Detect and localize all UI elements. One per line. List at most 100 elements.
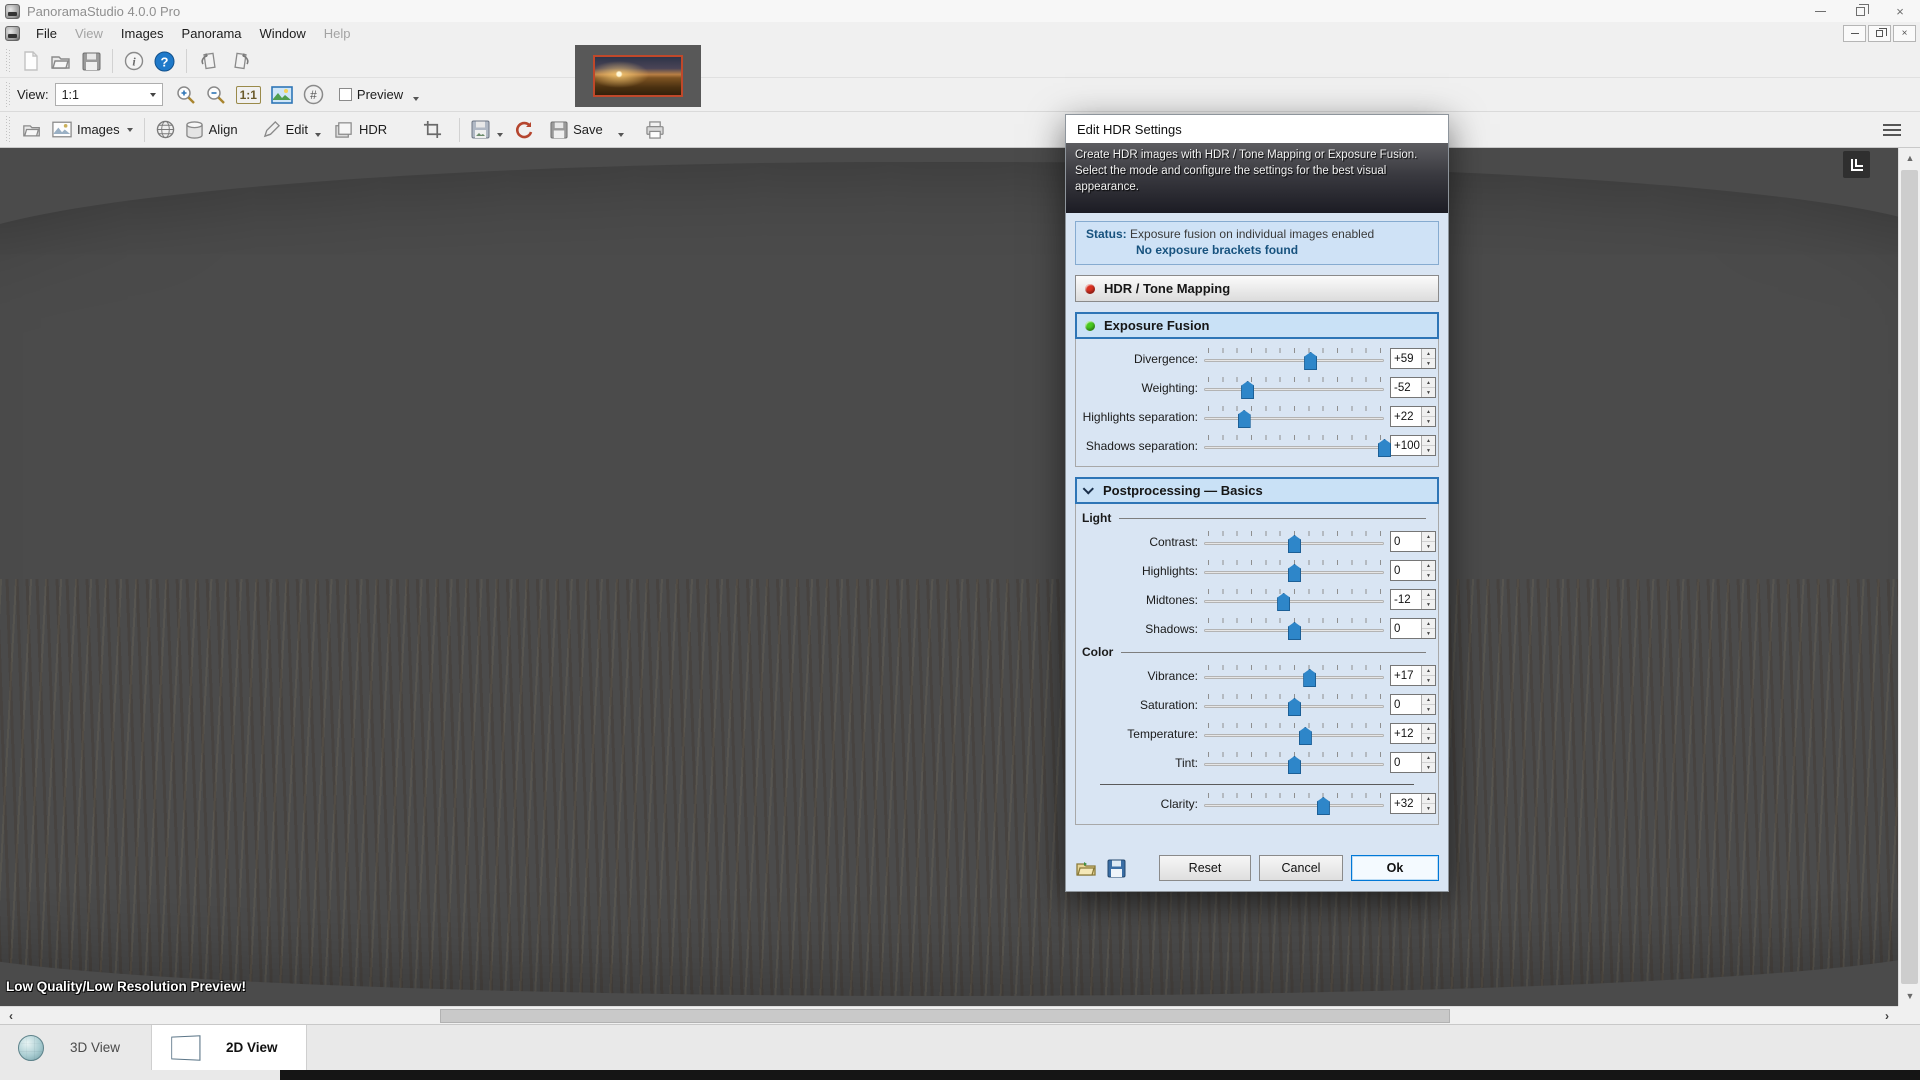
actual-size-button[interactable]: 1:1 (231, 82, 266, 108)
slider-track[interactable] (1204, 388, 1384, 391)
slider-track[interactable] (1204, 676, 1384, 679)
slider-value[interactable]: +100 (1391, 436, 1421, 455)
toolbar-overflow-menu[interactable] (1878, 119, 1906, 141)
spin-up-icon[interactable]: ▲ (1422, 590, 1435, 600)
spin-down-icon[interactable]: ▼ (1422, 804, 1435, 813)
value-spinbox-contrast[interactable]: 0▲▼ (1390, 531, 1436, 552)
slider-temperature[interactable] (1204, 720, 1384, 747)
help-button[interactable]: ? (149, 48, 180, 74)
slider-value[interactable]: 0 (1391, 619, 1421, 638)
spin-down-icon[interactable]: ▼ (1422, 359, 1435, 368)
slider-shadows-separation[interactable] (1204, 432, 1384, 459)
slider-divergence[interactable] (1204, 345, 1384, 372)
child-minimize-button[interactable] (1843, 25, 1866, 42)
toolbar-gripper[interactable] (6, 82, 11, 107)
horizontal-scroll-thumb[interactable] (440, 1009, 1450, 1023)
value-spinbox-divergence[interactable]: +59▲▼ (1390, 348, 1436, 369)
value-spinbox-highlights-separation[interactable]: +22▲▼ (1390, 406, 1436, 427)
child-restore-button[interactable] (1868, 25, 1891, 42)
slider-vibrance[interactable] (1204, 662, 1384, 689)
postprocessing-header[interactable]: Postprocessing — Basics (1075, 477, 1439, 504)
slider-value[interactable]: 0 (1391, 753, 1421, 772)
value-spinbox-shadows[interactable]: 0▲▼ (1390, 618, 1436, 639)
slider-value[interactable]: +22 (1391, 407, 1421, 426)
rotate-left-button[interactable] (193, 48, 225, 74)
slider-thumb[interactable] (1241, 381, 1254, 399)
scroll-right-icon[interactable]: › (1876, 1007, 1898, 1025)
menu-item-panorama[interactable]: Panorama (173, 23, 251, 44)
slider-midtones[interactable] (1204, 586, 1384, 613)
slider-value[interactable]: 0 (1391, 695, 1421, 714)
slider-value[interactable]: +59 (1391, 349, 1421, 368)
slider-tint[interactable] (1204, 749, 1384, 776)
panorama-image[interactable] (0, 162, 1898, 996)
slider-thumb[interactable] (1303, 669, 1316, 687)
slider-thumb[interactable] (1288, 622, 1301, 640)
value-spinbox-temperature[interactable]: +12▲▼ (1390, 723, 1436, 744)
hdr-button[interactable]: HDR (329, 117, 392, 143)
vertical-scroll-thumb[interactable] (1901, 170, 1918, 984)
images-button[interactable]: Images (47, 117, 138, 143)
cancel-button[interactable]: Cancel (1259, 855, 1343, 881)
spin-up-icon[interactable]: ▲ (1422, 619, 1435, 629)
spin-up-icon[interactable]: ▲ (1422, 349, 1435, 359)
save-project-button[interactable] (77, 48, 106, 74)
mode-exposure-fusion[interactable]: Exposure Fusion (1075, 312, 1439, 339)
zoom-out-button[interactable] (201, 82, 231, 108)
spin-up-icon[interactable]: ▲ (1422, 753, 1435, 763)
slider-thumb[interactable] (1288, 756, 1301, 774)
preview-checkbox[interactable] (339, 88, 352, 101)
chevron-down-icon[interactable] (618, 133, 624, 137)
save-preset-button[interactable] (1105, 858, 1127, 878)
dialog-title[interactable]: Edit HDR Settings (1066, 115, 1448, 143)
slider-value[interactable]: +32 (1391, 794, 1421, 813)
slider-track[interactable] (1204, 600, 1384, 603)
menu-item-images[interactable]: Images (112, 23, 173, 44)
grid-numbers-button[interactable]: # (298, 82, 329, 108)
info-button[interactable]: i (119, 48, 149, 74)
spin-down-icon[interactable]: ▼ (1422, 417, 1435, 426)
scroll-down-icon[interactable]: ▼ (1899, 986, 1920, 1006)
slider-thumb[interactable] (1288, 564, 1301, 582)
slider-contrast[interactable] (1204, 528, 1384, 555)
chevron-down-icon[interactable] (497, 133, 503, 137)
ok-button[interactable]: Ok (1351, 855, 1439, 881)
slider-highlights-separation[interactable] (1204, 403, 1384, 430)
slider-clarity[interactable] (1204, 790, 1384, 817)
export-panorama-button[interactable] (466, 117, 495, 143)
slider-track[interactable] (1204, 804, 1384, 807)
panorama-thumbnail[interactable] (593, 55, 683, 97)
slider-thumb[interactable] (1299, 727, 1312, 745)
crop-button[interactable] (418, 117, 447, 143)
spin-up-icon[interactable]: ▲ (1422, 695, 1435, 705)
layout-corner-icon[interactable] (1843, 151, 1870, 178)
slider-value[interactable]: 0 (1391, 561, 1421, 580)
spin-up-icon[interactable]: ▲ (1422, 436, 1435, 446)
restore-button[interactable] (1840, 0, 1880, 22)
slider-thumb[interactable] (1238, 410, 1251, 428)
spin-down-icon[interactable]: ▼ (1422, 763, 1435, 772)
spin-down-icon[interactable]: ▼ (1422, 734, 1435, 743)
slider-value[interactable]: 0 (1391, 532, 1421, 551)
value-spinbox-midtones[interactable]: -12▲▼ (1390, 589, 1436, 610)
spin-up-icon[interactable]: ▲ (1422, 724, 1435, 734)
value-spinbox-clarity[interactable]: +32▲▼ (1390, 793, 1436, 814)
scroll-up-icon[interactable]: ▲ (1899, 148, 1920, 168)
slider-saturation[interactable] (1204, 691, 1384, 718)
slider-shadows[interactable] (1204, 615, 1384, 642)
slider-track[interactable] (1204, 417, 1384, 420)
value-spinbox-highlights[interactable]: 0▲▼ (1390, 560, 1436, 581)
load-preset-button[interactable] (1075, 858, 1097, 878)
zoom-select[interactable]: 1:1 (55, 83, 163, 106)
save-button[interactable]: Save (545, 117, 608, 143)
slider-value[interactable]: +12 (1391, 724, 1421, 743)
slider-value[interactable]: -52 (1391, 378, 1421, 397)
menu-item-view[interactable]: View (66, 23, 112, 44)
spin-down-icon[interactable]: ▼ (1422, 676, 1435, 685)
slider-thumb[interactable] (1317, 797, 1330, 815)
edit-button[interactable]: Edit (257, 117, 313, 143)
scroll-left-icon[interactable]: ‹ (0, 1007, 22, 1025)
spin-down-icon[interactable]: ▼ (1422, 705, 1435, 714)
chevron-down-icon[interactable] (315, 133, 321, 137)
reset-button[interactable]: Reset (1159, 855, 1251, 881)
